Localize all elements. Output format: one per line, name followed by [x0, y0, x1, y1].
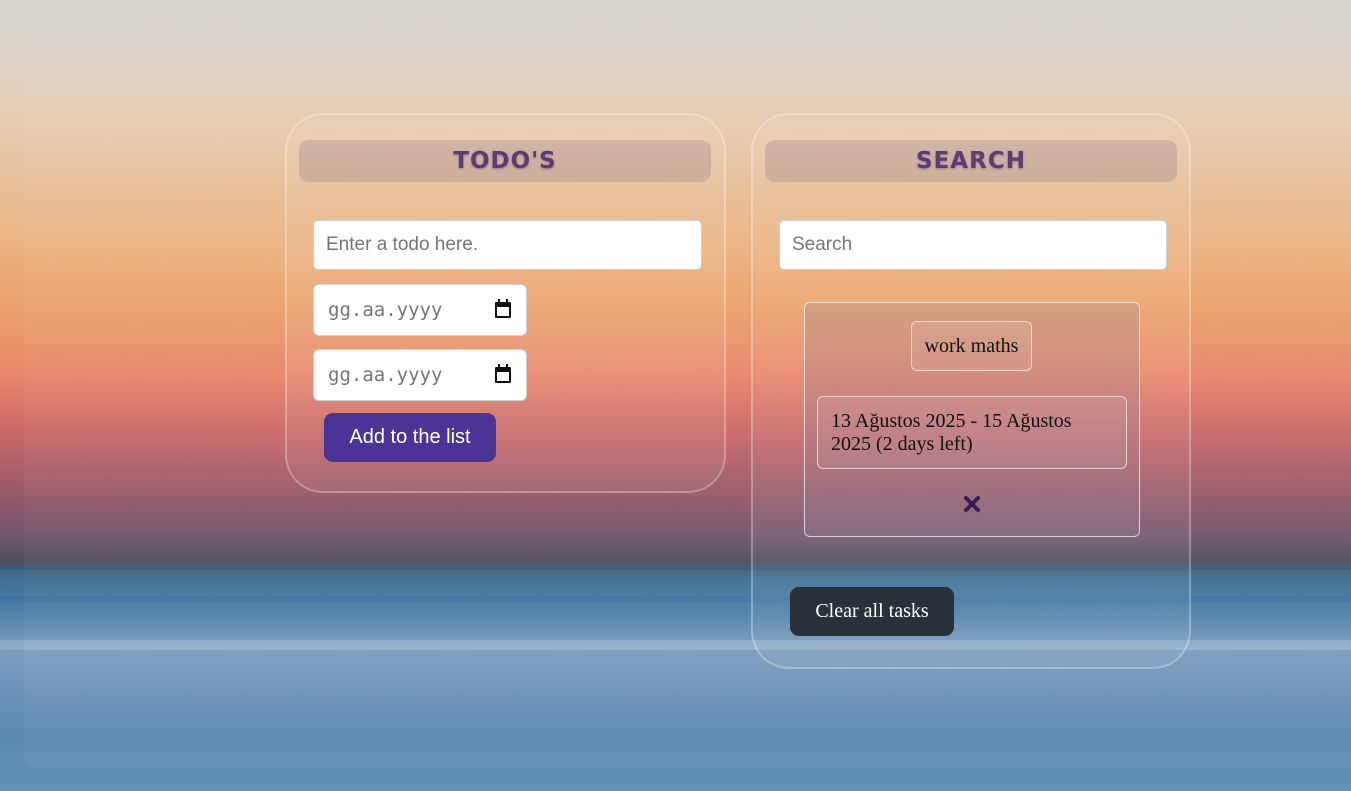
- task-date-range: 13 Ağustos 2025 - 15 Ağustos 2025 (2 day…: [817, 396, 1127, 469]
- calendar-icon[interactable]: [495, 299, 511, 318]
- todo-input[interactable]: [313, 220, 702, 270]
- calendar-icon[interactable]: [495, 364, 511, 383]
- todos-panel: TODO'S gg.aa.yyyy gg.aa.yyyy Add to the …: [285, 113, 726, 493]
- start-date-input[interactable]: gg.aa.yyyy: [313, 284, 527, 336]
- task-card: work maths 13 Ağustos 2025 - 15 Ağustos …: [804, 302, 1140, 537]
- search-panel-title: SEARCH: [765, 140, 1177, 182]
- todos-panel-title: TODO'S: [299, 140, 711, 182]
- task-title: work maths: [911, 321, 1032, 371]
- end-date-placeholder: gg.aa.yyyy: [328, 364, 443, 386]
- close-x-icon[interactable]: [962, 494, 982, 514]
- start-date-placeholder: gg.aa.yyyy: [328, 299, 443, 321]
- add-to-list-button[interactable]: Add to the list: [324, 413, 496, 462]
- search-input[interactable]: [779, 220, 1167, 270]
- clear-all-tasks-button[interactable]: Clear all tasks: [790, 587, 954, 636]
- end-date-input[interactable]: gg.aa.yyyy: [313, 349, 527, 401]
- search-panel: SEARCH work maths 13 Ağustos 2025 - 15 A…: [751, 113, 1191, 669]
